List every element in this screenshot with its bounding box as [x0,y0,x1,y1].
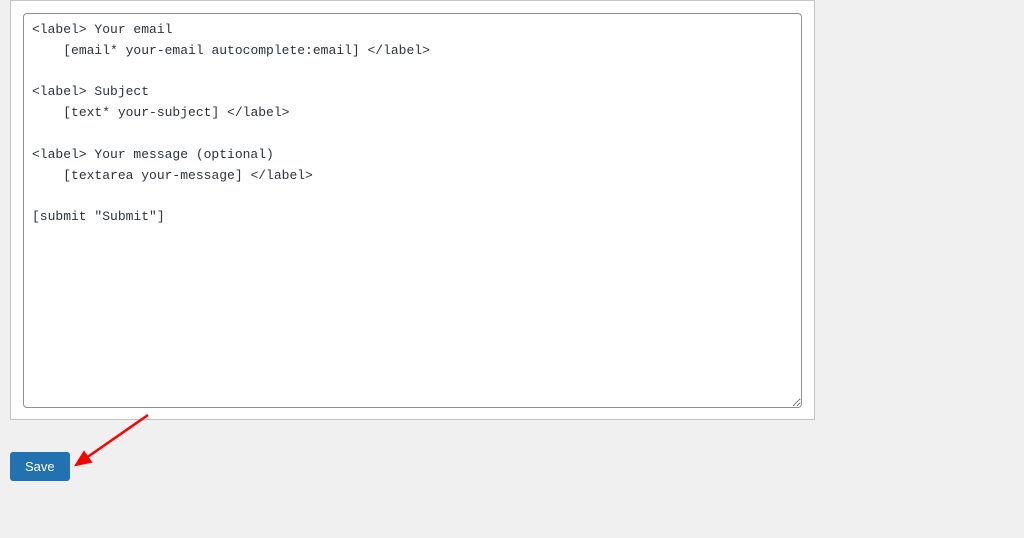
annotation-arrow-icon [68,410,158,480]
form-editor-panel [10,0,815,420]
form-template-textarea[interactable] [23,13,802,408]
save-button[interactable]: Save [10,452,70,481]
